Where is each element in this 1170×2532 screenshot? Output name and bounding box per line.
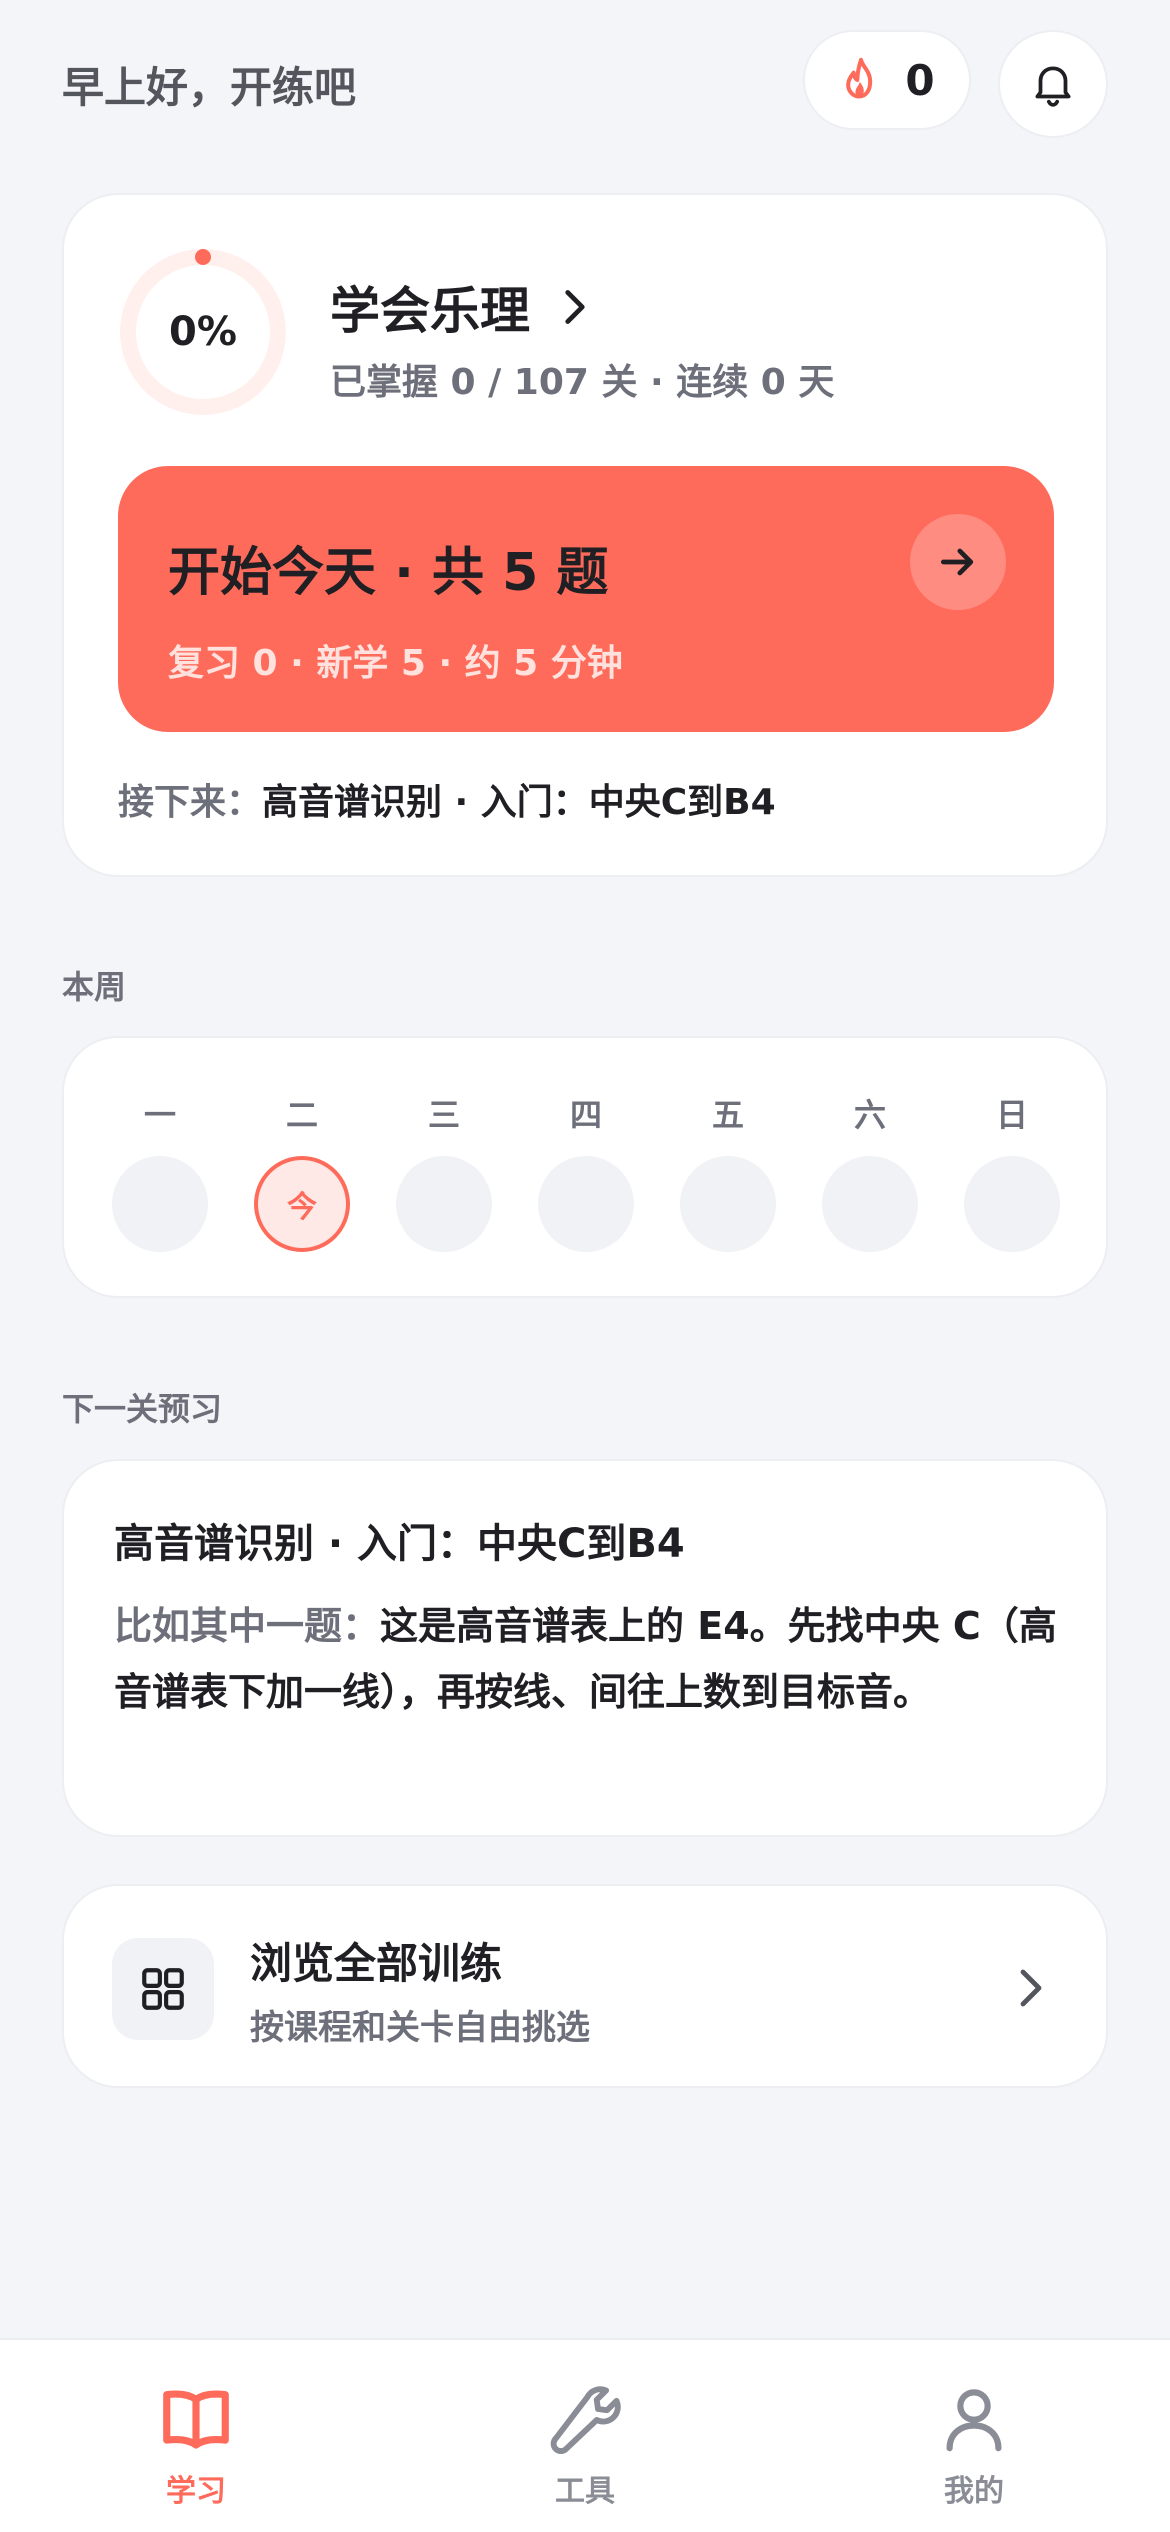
tab-learn[interactable]: 学习 — [96, 2380, 296, 2510]
day-status — [538, 1156, 634, 1252]
user-icon — [946, 2389, 1002, 2452]
day-label: 四 — [569, 1096, 602, 1134]
wrench-icon — [550, 2386, 621, 2454]
week-card: 一 二 今 三 四 五 六 日 — [62, 1036, 1108, 1298]
day-sat: 六 — [822, 1090, 918, 1252]
day-label: 二 — [285, 1096, 318, 1134]
day-tue: 二 今 — [254, 1090, 350, 1252]
next-lesson-label: 接下来： — [118, 782, 263, 823]
notifications-button[interactable] — [998, 30, 1108, 138]
week-section-label: 本周 — [62, 968, 127, 1006]
preview-example: 比如其中一题：这是高音谱表上的 E4。先找中央 C（高音谱表下加一线），再按线、… — [114, 1593, 1074, 1725]
streak-count: 0 — [905, 55, 935, 105]
day-status-today: 今 — [254, 1156, 350, 1252]
bell-icon — [1035, 66, 1071, 107]
day-status — [396, 1156, 492, 1252]
tab-tools[interactable]: 工具 — [485, 2380, 685, 2510]
course-title: 学会乐理 — [330, 282, 530, 340]
day-label: 日 — [995, 1096, 1028, 1134]
header: 早上好，开练吧 0 — [0, 0, 1170, 170]
streak-button[interactable]: 0 — [803, 30, 971, 130]
course-title-link[interactable]: 学会乐理 — [330, 271, 592, 343]
preview-section-label: 下一关预习 — [62, 1390, 223, 1428]
preview-example-prefix: 比如其中一题： — [114, 1604, 381, 1648]
day-mon: 一 — [112, 1090, 208, 1252]
start-today-title: 开始今天 · 共 5 题 — [168, 543, 609, 603]
grid-icon-tile — [112, 1938, 214, 2040]
day-wed: 三 — [396, 1090, 492, 1252]
start-today-button[interactable]: 开始今天 · 共 5 题 复习 0 · 新学 5 · 约 5 分钟 — [118, 466, 1054, 732]
day-label: 一 — [143, 1096, 176, 1134]
tab-label: 我的 — [944, 2474, 1004, 2509]
start-arrow — [910, 514, 1006, 610]
day-thu: 四 — [538, 1090, 634, 1252]
grid-icon — [142, 1968, 184, 2010]
day-status — [964, 1156, 1060, 1252]
browse-all-button[interactable]: 浏览全部训练 按课程和关卡自由挑选 — [62, 1884, 1108, 2088]
arrow-right-icon — [940, 548, 974, 576]
book-icon — [163, 2390, 229, 2449]
tab-label: 工具 — [555, 2474, 615, 2509]
day-status — [822, 1156, 918, 1252]
next-lesson[interactable]: 接下来：高音谱识别 · 入门：中央C到B4 — [118, 773, 776, 825]
browse-title: 浏览全部训练 — [250, 1939, 503, 1988]
day-label: 五 — [711, 1096, 744, 1134]
preview-title: 高音谱识别 · 入门：中央C到B4 — [114, 1521, 685, 1567]
day-status — [680, 1156, 776, 1252]
start-today-summary: 复习 0 · 新学 5 · 约 5 分钟 — [168, 643, 623, 684]
preview-card[interactable]: 高音谱识别 · 入门：中央C到B4 比如其中一题：这是高音谱表上的 E4。先找中… — [62, 1459, 1108, 1837]
course-card: 0% 学会乐理 已掌握 0 / 107 关 · 连续 0 天 开始今天 · 共 … — [62, 193, 1108, 877]
course-progress-summary: 已掌握 0 / 107 关 · 连续 0 天 — [330, 362, 835, 403]
next-lesson-name: 高音谱识别 · 入门：中央C到B4 — [262, 782, 776, 823]
chevron-right-icon — [565, 290, 585, 324]
tab-label: 学习 — [166, 2474, 226, 2509]
chevron-right-icon — [1020, 1969, 1042, 2007]
day-sun: 日 — [964, 1090, 1060, 1252]
day-fri: 五 — [680, 1090, 776, 1252]
flame-icon — [846, 57, 873, 99]
browse-subtitle: 按课程和关卡自由挑选 — [250, 2008, 590, 2048]
bottom-tab-bar: 学习 工具 我的 — [0, 2338, 1170, 2532]
progress-percent: 0% — [169, 309, 237, 355]
greeting-text: 早上好，开练吧 — [62, 63, 357, 112]
tab-profile[interactable]: 我的 — [874, 2380, 1074, 2510]
day-label: 三 — [427, 1096, 460, 1134]
day-status — [112, 1156, 208, 1252]
day-label: 六 — [853, 1096, 886, 1134]
